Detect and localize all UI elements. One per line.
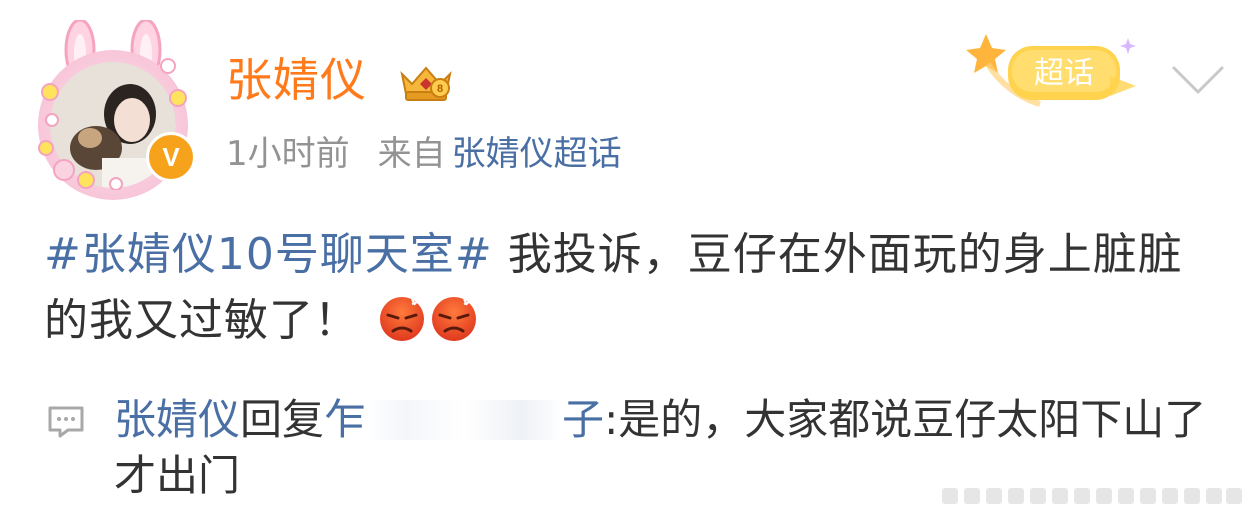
hashtag-link[interactable]: #张婧仪10号聊天室# <box>44 229 493 280</box>
supertopic-badge[interactable]: 超话 <box>960 28 1160 112</box>
reply-verb: 回复 <box>240 395 325 444</box>
source-link[interactable]: 张婧仪超话 <box>452 134 622 174</box>
post-text: #张婧仪10号聊天室# 我投诉，豆仔在外面玩的身上脏脏的我又过敏了！ <box>44 222 1224 354</box>
reply-author-link[interactable]: 张婧仪 <box>114 395 240 444</box>
post-time: 1小时前 <box>226 134 350 174</box>
supertopic-badge-icon: 超话 <box>966 34 1136 107</box>
post-meta: 1小时前 来自 张婧仪超话 <box>226 132 622 176</box>
verified-badge-icon: V <box>146 132 196 182</box>
reply-mention-start: 乍 <box>324 395 367 444</box>
reply-mention-link[interactable]: 乍子 <box>324 395 604 444</box>
chevron-down-icon[interactable] <box>1170 64 1226 96</box>
angry-face-icon <box>432 297 476 341</box>
redacted-mention <box>366 400 563 440</box>
avatar-container[interactable]: V <box>28 20 198 200</box>
watermark <box>942 488 1242 504</box>
reply-mention-end: 子 <box>562 395 605 444</box>
angry-face-icon <box>380 297 424 341</box>
supertopic-badge-label: 超话 <box>1034 56 1094 91</box>
username[interactable]: 张婧仪 <box>226 50 367 110</box>
comment-bubble-icon <box>48 406 84 438</box>
crown-vip-icon[interactable]: 8 <box>396 60 456 104</box>
source-prefix: 来自 <box>377 134 446 174</box>
svg-text:8: 8 <box>437 83 443 95</box>
